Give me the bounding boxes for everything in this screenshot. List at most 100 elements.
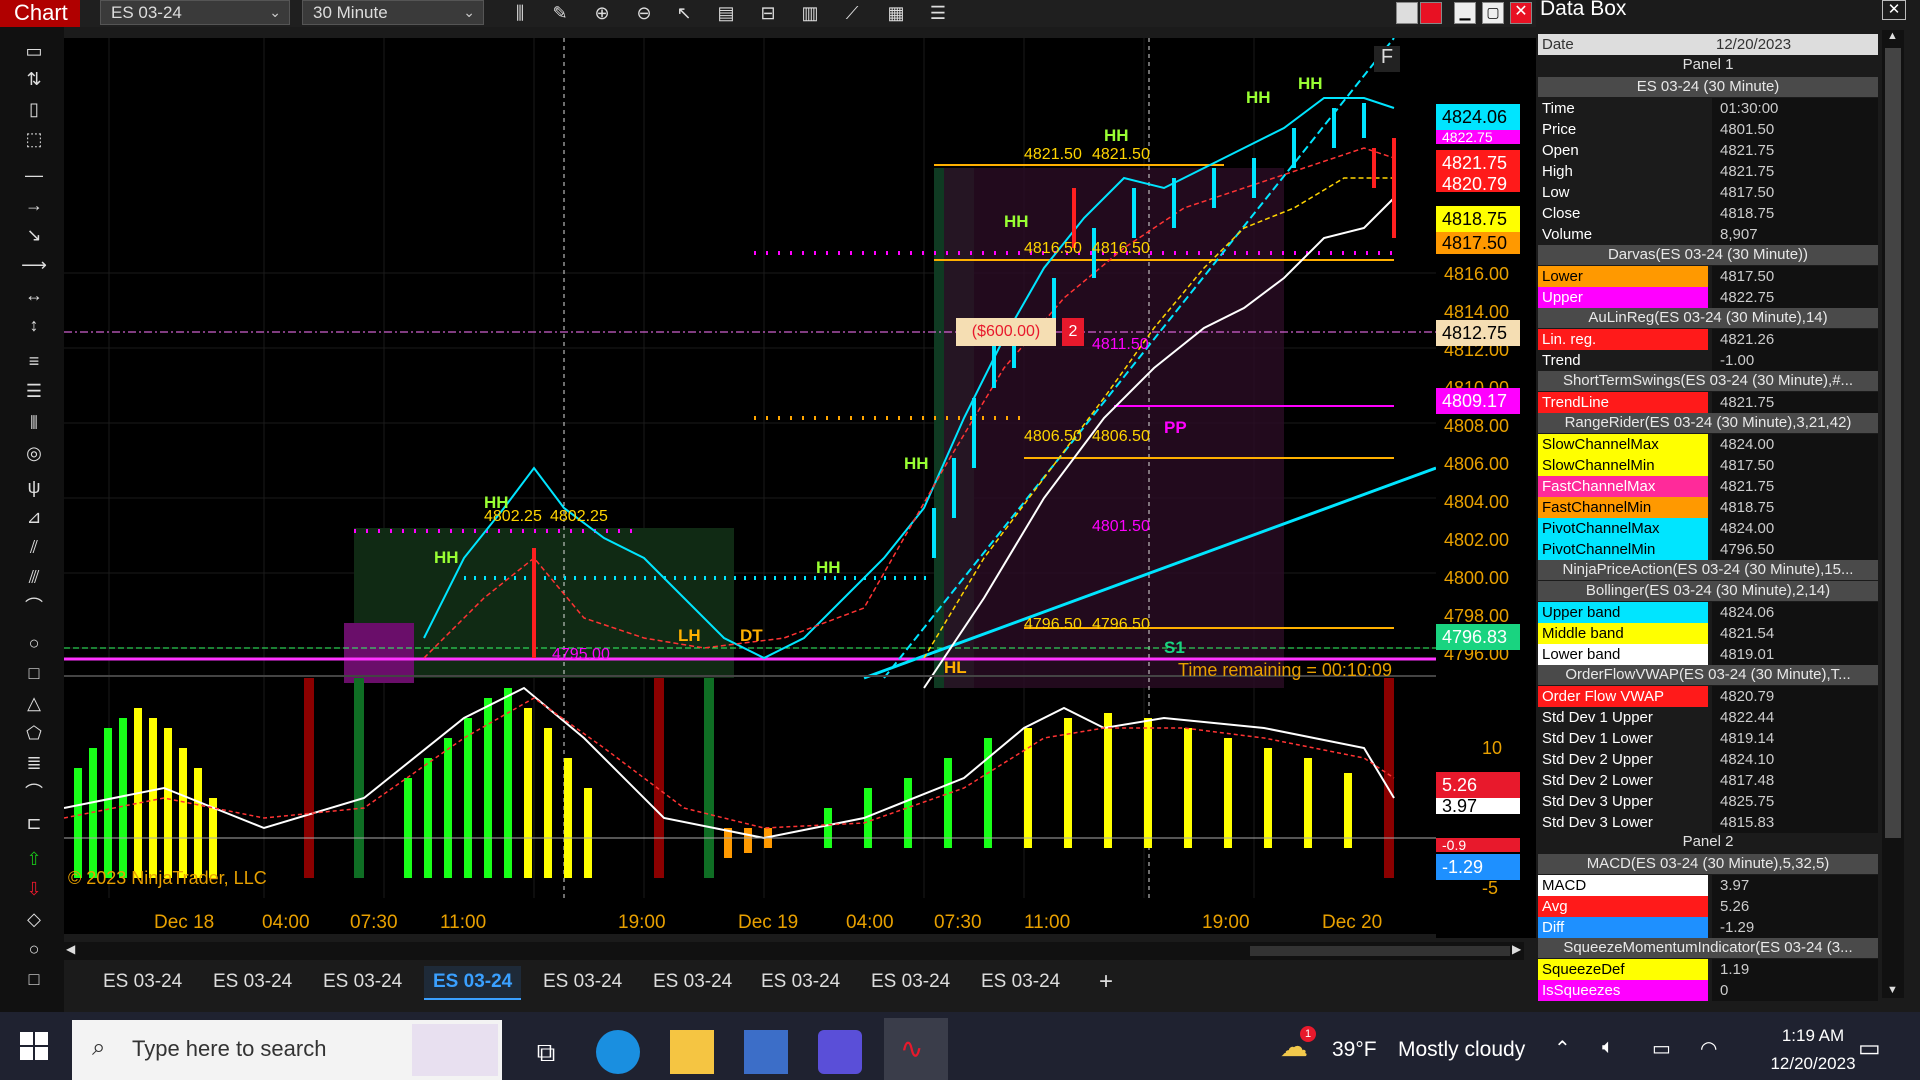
scrollbar-thumb[interactable]	[1885, 48, 1901, 838]
text-icon[interactable]: ≣	[20, 751, 48, 775]
maximize-icon[interactable]: ▢	[1482, 2, 1504, 24]
instrument-selector[interactable]: ES 03-24 ⌄	[100, 0, 290, 25]
extended-line-icon[interactable]: ⟶	[20, 253, 48, 277]
chevron-up-icon[interactable]: ⌃	[1554, 1036, 1571, 1061]
clock-time[interactable]: 1:19 AM	[1758, 1026, 1868, 1046]
pointer-icon[interactable]: ↖	[672, 2, 696, 24]
arrow-down-icon[interactable]: ⇩	[20, 877, 48, 901]
data-box-icon[interactable]: ▤	[714, 2, 738, 24]
arc-icon[interactable]: ⌒	[20, 595, 48, 619]
weather-temp[interactable]: 39°F	[1332, 1038, 1377, 1062]
chart-tab[interactable]: ES 03-24	[972, 966, 1069, 1000]
rectangle-icon[interactable]: □	[20, 661, 48, 685]
data-box-value: 4817.50	[1712, 266, 1878, 287]
path-icon[interactable]: ⌒	[20, 781, 48, 805]
data-box-row: SlowChannelMin 4817.50	[1538, 455, 1878, 476]
date-key: Date	[1542, 36, 1574, 53]
indicators-icon[interactable]: ▥	[798, 2, 822, 24]
square-icon[interactable]: □	[20, 967, 48, 991]
chart-tab[interactable]: ES 03-24	[204, 966, 301, 1000]
chart-scrollbar[interactable]: ◀ ▶	[64, 942, 1524, 960]
scroll-right-icon[interactable]: ▶	[1512, 942, 1521, 956]
data-box-value: 4819.14	[1712, 728, 1878, 749]
close-icon[interactable]: ✕	[1882, 0, 1906, 20]
horizontal-line-icon[interactable]: ↔	[20, 283, 48, 307]
regression-channel-icon[interactable]: ⫽	[20, 535, 48, 559]
bar-type-icon[interactable]: ⫼	[508, 2, 532, 24]
trend-line-icon[interactable]: ↘	[20, 223, 48, 247]
interval-selector[interactable]: 30 Minute ⌄	[302, 0, 484, 25]
windows-start-icon[interactable]	[20, 1032, 48, 1060]
fib-time-icon[interactable]: ⦀	[20, 411, 48, 435]
window-color-icon[interactable]	[1420, 2, 1442, 24]
edge-browser-icon[interactable]	[596, 1030, 640, 1074]
scroll-up-icon[interactable]: ▲	[1887, 30, 1898, 42]
ray-icon[interactable]: →	[20, 193, 48, 217]
chart-tab[interactable]: ES 03-24	[644, 966, 741, 1000]
risk-reward-icon[interactable]: ⇅	[20, 67, 48, 91]
data-box-row: Time 01:30:00	[1538, 98, 1878, 119]
fib-extension-icon[interactable]: ☰	[20, 379, 48, 403]
vertical-line-icon[interactable]: ↕	[20, 313, 48, 337]
weather-desc[interactable]: Mostly cloudy	[1398, 1038, 1525, 1062]
copilot-icon[interactable]	[818, 1030, 862, 1074]
zoom-out-icon[interactable]: ⊖	[632, 2, 656, 24]
float-button[interactable]: F	[1374, 46, 1400, 72]
window-link-icon[interactable]	[1396, 2, 1418, 24]
arrow-up-icon[interactable]: ⇧	[20, 847, 48, 871]
taskbar-search-box[interactable]: ⌕ Type here to search	[72, 1020, 502, 1080]
file-explorer-icon[interactable]	[670, 1030, 714, 1074]
strategies-icon[interactable]: ⟋	[840, 2, 864, 24]
scroll-left-icon[interactable]: ◀	[66, 942, 75, 956]
gann-fan-icon[interactable]: ⊿	[20, 505, 48, 529]
calculator-icon[interactable]	[744, 1030, 788, 1074]
menu-icon[interactable]: ☰	[926, 2, 950, 24]
scroll-down-icon[interactable]: ▼	[1887, 984, 1898, 996]
price-chart-panel[interactable]: F © 2023 NinjaTrader, LLC Time remaining…	[64, 38, 1436, 934]
volume-icon[interactable]: 🔈︎	[1602, 1036, 1614, 1059]
fib-circle-icon[interactable]: ◎	[20, 441, 48, 465]
ninjatrader-app-icon[interactable]: ∿	[884, 1018, 948, 1080]
price-tick: 4806.00	[1444, 454, 1510, 474]
price-axis[interactable]: 4816.00 4814.00 4812.00 4810.00 4808.00 …	[1436, 38, 1536, 938]
chart-tab[interactable]: ES 03-24	[534, 966, 631, 1000]
data-box-value: 4820.79	[1712, 686, 1878, 707]
chart-trader-icon[interactable]: ⊟	[756, 2, 780, 24]
search-placeholder: Type here to search	[132, 1036, 327, 1061]
andrews-pitchfork-icon[interactable]: ψ	[20, 475, 48, 499]
minimize-icon[interactable]: ▁	[1454, 2, 1476, 24]
data-box-indicator-header: AuLinReg(ES 03-24 (30 Minute),14)	[1538, 308, 1878, 328]
data-box-scrollbar[interactable]: ▲ ▼	[1882, 30, 1904, 998]
chart-tab[interactable]: ES 03-24	[752, 966, 849, 1000]
wifi-icon[interactable]: ◠	[1700, 1036, 1717, 1061]
ellipse-icon[interactable]: ○	[20, 631, 48, 655]
close-icon[interactable]: ✕	[1510, 2, 1532, 24]
zoom-in-icon[interactable]: ⊕	[590, 2, 614, 24]
ruler-icon[interactable]: ▭	[20, 39, 48, 63]
chart-tab[interactable]: ES 03-24	[862, 966, 959, 1000]
dot-icon[interactable]: ○	[20, 937, 48, 961]
chart-tab-active[interactable]: ES 03-24	[424, 966, 522, 1000]
time-tick: 07:30	[934, 912, 982, 933]
notification-icon[interactable]: ▭	[1858, 1034, 1881, 1063]
chart-tab[interactable]: ES 03-24	[94, 966, 191, 1000]
pencil-icon[interactable]: ✎	[548, 2, 572, 24]
line-icon[interactable]: —	[20, 163, 48, 187]
battery-icon[interactable]: ▭	[1652, 1036, 1671, 1061]
trend-channel-icon[interactable]: ⫻	[20, 565, 48, 589]
scrollbar-thumb[interactable]	[1250, 946, 1510, 956]
diamond-icon[interactable]: ◇	[20, 907, 48, 931]
region-icon[interactable]: ⬚	[20, 127, 48, 151]
time-cycles-icon[interactable]: ⊏	[20, 811, 48, 835]
fib-retracement-icon[interactable]: ≡	[20, 349, 48, 373]
position-pnl[interactable]: ($600.00)	[956, 318, 1056, 346]
task-view-icon[interactable]: ⧉	[524, 1030, 568, 1074]
properties-icon[interactable]: ▦	[884, 2, 908, 24]
chart-tab[interactable]: ES 03-24	[314, 966, 411, 1000]
add-tab-button[interactable]: +	[1090, 966, 1122, 1000]
position-quantity[interactable]: 2	[1062, 318, 1084, 346]
polygon-icon[interactable]: ⬠	[20, 721, 48, 745]
oscillator-tick: -5	[1482, 878, 1499, 898]
triangle-icon[interactable]: △	[20, 691, 48, 715]
price-range-icon[interactable]: ▯	[20, 97, 48, 121]
